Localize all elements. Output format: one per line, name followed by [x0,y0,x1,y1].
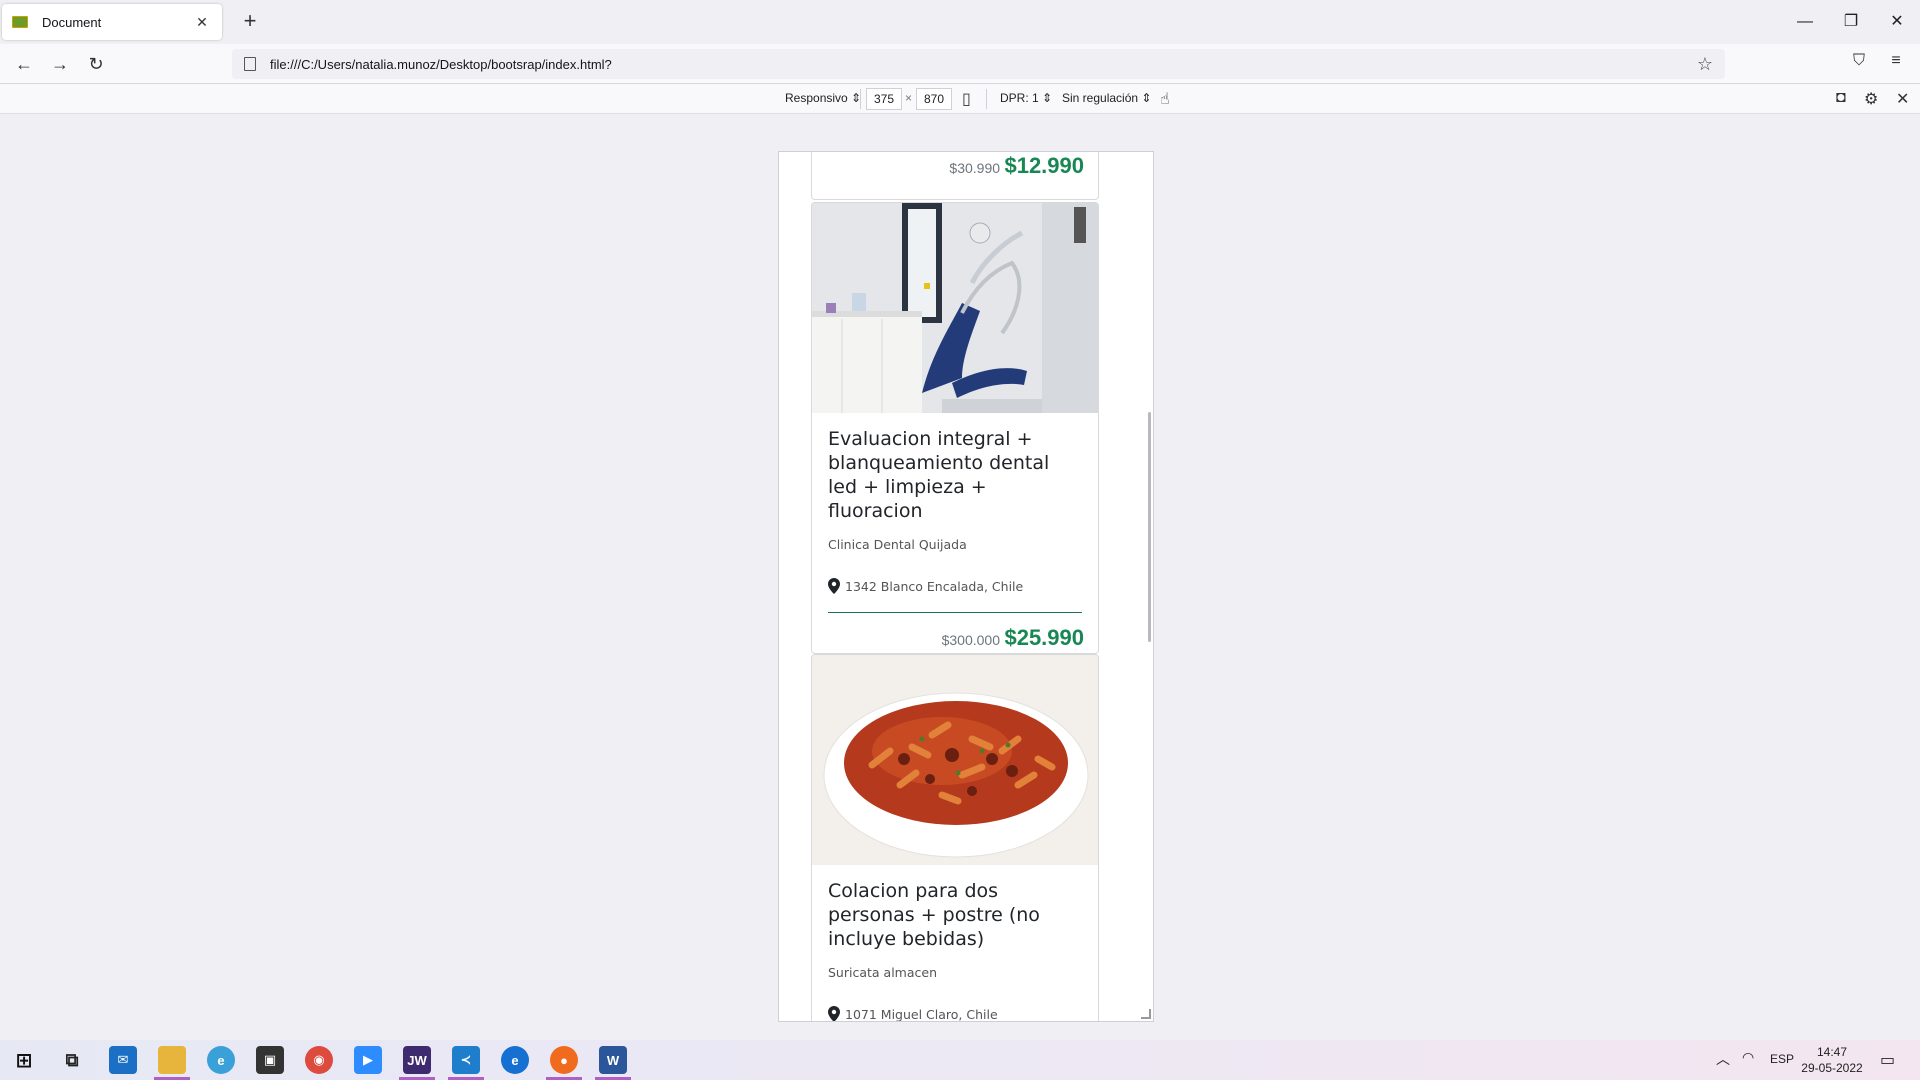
clock-date: 29-05-2022 [1801,1061,1863,1075]
word-icon[interactable]: W [599,1046,627,1074]
price-row: $30.990 $12.990 [812,152,1098,179]
throttling-selector[interactable]: Sin regulación ⇕ [1062,91,1151,105]
pasta-bowl-photo [812,655,1098,865]
new-price: $12.990 [1004,153,1084,178]
business-name: Clinica Dental Quijada [828,537,967,552]
device-selector[interactable]: Responsivo ⇕ [785,91,861,105]
mail-icon[interactable]: ✉ [109,1046,137,1074]
chrome-icon[interactable]: ◉ [305,1046,333,1074]
url-bar[interactable]: file:///C:/Users/natalia.munoz/Desktop/b… [232,49,1725,79]
responsive-design-toolbar: Responsivo ⇕ 375 × 870 ▯ DPR: 1 ⇕ Sin re… [0,84,1920,114]
card-title[interactable]: Evaluacion integral + blanqueamiento den… [828,427,1082,523]
toolbar-divider [986,89,987,109]
windows-start-icon[interactable]: ⊞ [10,1046,38,1074]
location: 1071 Miguel Claro, Chile [828,1006,1082,1022]
jw-app-icon[interactable]: JW [403,1046,431,1074]
rotate-viewport-icon[interactable]: ▯ [962,89,971,109]
dimension-separator: × [905,91,913,105]
task-view-icon[interactable]: ⧉ [58,1046,86,1074]
zoom-icon[interactable]: ▶ [354,1046,382,1074]
clock-time: 14:47 [1816,1045,1848,1059]
new-price: $25.990 [1004,625,1084,650]
business-name: Suricata almacen [828,965,937,980]
viewport-scrollbar[interactable] [1148,412,1151,642]
bookmark-star-icon[interactable]: ☆ [1697,54,1713,75]
internet-explorer-icon[interactable]: e [207,1046,235,1074]
tab-document[interactable]: Document ✕ [2,4,222,40]
vscode-icon[interactable]: ≺ [452,1046,480,1074]
dpr-selector[interactable]: DPR: 1 ⇕ [1000,91,1052,105]
screenshot-icon[interactable]: ◘ [1836,89,1846,107]
restore-icon[interactable]: ❐ [1828,6,1874,38]
system-clock[interactable]: 14:47 29-05-2022 [1800,1044,1864,1076]
price-row: $300.000 $25.990 [812,613,1098,651]
pocket-icon[interactable]: ⛉ [1845,52,1873,70]
firefox-icon[interactable]: ● [550,1046,578,1074]
new-tab-icon[interactable]: + [236,8,264,36]
back-icon[interactable]: ← [10,52,38,76]
store-icon[interactable]: ▣ [256,1046,284,1074]
offer-card[interactable]: Colacion para dos personas + postre (no … [811,654,1099,1022]
location-text: 1071 Miguel Claro, Chile [845,1006,998,1022]
page-icon [244,57,256,71]
viewport-width-input[interactable]: 375 [866,88,902,110]
windows-taskbar: ⊞ ⧉ ✉ e ▣ ◉ ▶ JW ≺ e ● W ︿ ◠ ESP 14:47 2… [0,1040,1920,1080]
navigation-toolbar: ← → ↻ file:///C:/Users/natalia.munoz/Des… [0,44,1920,84]
tab-title: Document [42,14,102,30]
throttling-label: Sin regulación [1062,91,1139,105]
tray-chevron-icon[interactable]: ︿ [1716,1049,1730,1069]
map-pin-icon [828,1006,840,1021]
settings-gear-icon[interactable]: ⚙ [1864,89,1878,109]
touch-simulation-icon[interactable]: ☝ [1160,89,1170,109]
location: 1342 Blanco Encalada, Chile [828,578,1082,594]
wifi-icon[interactable]: ◠ [1742,1049,1754,1066]
card-title[interactable]: Colacion para dos personas + postre (no … [828,879,1082,951]
file-explorer-icon[interactable] [158,1046,186,1074]
edge-icon[interactable]: e [501,1046,529,1074]
map-pin-icon [828,578,840,594]
reload-icon[interactable]: ↻ [82,52,110,76]
viewport-height-input[interactable]: 870 [916,88,952,110]
location-text: 1342 Blanco Encalada, Chile [845,578,1024,594]
minimize-icon[interactable]: — [1782,6,1828,38]
offer-card[interactable]: $30.990 $12.990 [811,152,1099,200]
page-favicon-icon [12,16,28,28]
tab-strip: Document ✕ + — ❐ ✕ [0,0,1920,44]
old-price: $30.990 [949,160,1001,176]
offer-card[interactable]: Evaluacion integral + blanqueamiento den… [811,202,1099,654]
app-menu-icon[interactable]: ≡ [1882,52,1910,70]
language-indicator[interactable]: ESP [1770,1052,1794,1066]
old-price: $300.000 [941,632,1001,648]
forward-icon[interactable]: → [46,52,74,76]
close-rdm-icon[interactable]: ✕ [1896,89,1909,109]
device-selector-label: Responsivo [785,91,848,105]
notifications-icon[interactable]: ▭ [1880,1050,1895,1070]
viewport-resize-handle[interactable] [1141,1009,1151,1019]
dpr-label: DPR: 1 [1000,91,1039,105]
tab-close-icon[interactable]: ✕ [192,14,212,31]
toolbar-divider [860,89,861,109]
window-close-icon[interactable]: ✕ [1874,6,1920,38]
responsive-viewport[interactable]: $30.990 $12.990 Evaluacion integral + bl… [778,151,1154,1022]
dental-clinic-photo [812,203,1098,413]
url-text[interactable]: file:///C:/Users/natalia.munoz/Desktop/b… [270,57,1697,72]
